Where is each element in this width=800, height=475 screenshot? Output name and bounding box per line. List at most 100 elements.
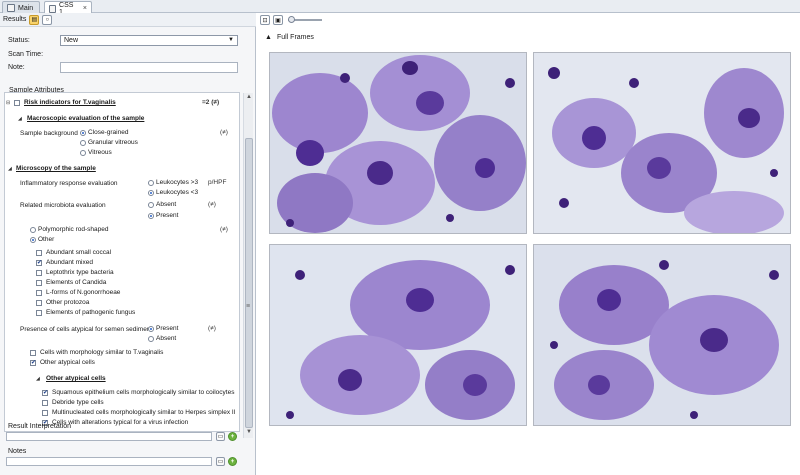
chevron-down-icon: ▼	[228, 37, 234, 43]
option-label: Polymorphic rod-shaped	[38, 226, 109, 233]
microscopy-frame[interactable]	[269, 52, 527, 234]
radio-atypical-absent[interactable]	[148, 336, 154, 342]
notes-input[interactable]	[6, 457, 212, 466]
document-icon[interactable]: ▭	[216, 432, 225, 441]
check-label: Elements of pathogenic fungus	[46, 309, 136, 316]
status-label: Status:	[8, 37, 30, 44]
sample-background-aux: (≠)	[220, 129, 228, 136]
result-interpretation-input[interactable]	[6, 432, 212, 441]
check-label: Debride type cells	[52, 399, 104, 406]
info-icon[interactable]: ○	[42, 14, 53, 25]
microscopy-image	[534, 53, 790, 233]
option-label: Leukocytes <3	[156, 189, 199, 196]
note-label: Note:	[8, 64, 25, 71]
risk-title: Risk indicators for T.vaginalis	[24, 99, 116, 106]
inflammatory-aux: p/HPF	[208, 179, 227, 186]
microscopy-frame[interactable]	[533, 52, 791, 234]
other-atypical-title: Other atypical cells	[46, 375, 106, 382]
checkbox-other-atypical[interactable]: ✔	[30, 360, 36, 366]
check-label: Squamous epithelium cells morphologicall…	[52, 389, 235, 396]
zoom-image-icon[interactable]: ▣	[273, 15, 283, 25]
checkbox-l-forms[interactable]	[36, 290, 42, 296]
option-label: Granular vitreous	[88, 139, 138, 146]
zoom-fit-icon[interactable]: ⊡	[260, 15, 270, 25]
checkbox-coilocytes[interactable]: ✔	[42, 390, 48, 396]
collapse-icon[interactable]: ◢	[36, 376, 40, 382]
checkbox-pathogenic-fungus[interactable]	[36, 310, 42, 316]
radio-microbiota-present[interactable]	[148, 213, 154, 219]
attributes-scrollbar[interactable]: ▲ ▼	[243, 93, 253, 438]
scroll-thumb[interactable]	[245, 138, 253, 428]
radio-leukocytes-gt3[interactable]	[148, 180, 154, 186]
checkbox-other-protozoa[interactable]	[36, 300, 42, 306]
option-label: Absent	[156, 201, 177, 208]
radio-polymorphic-rod[interactable]	[30, 227, 36, 233]
check-label: Cells with morphology similar to T.vagin…	[40, 349, 164, 356]
checkbox-abundant-small-coccal[interactable]	[36, 250, 42, 256]
radio-granular-vitreous[interactable]	[80, 140, 86, 146]
checkbox-leptothrix[interactable]	[36, 270, 42, 276]
full-frames-header[interactable]: ▲ Full Frames	[265, 34, 314, 41]
notes-label: Notes	[8, 448, 27, 455]
results-icon[interactable]: ▤	[29, 14, 40, 25]
collapse-icon[interactable]: ◢	[18, 116, 22, 122]
results-toolbar: Results ▤ ○	[0, 13, 256, 27]
checkbox-t-vaginalis-morph[interactable]	[30, 350, 36, 356]
radio-leukocytes-lt3[interactable]	[148, 190, 154, 196]
checkbox-multinucleated[interactable]	[42, 410, 48, 416]
tab-label: Main	[18, 4, 34, 12]
sample-background-label: Sample background	[20, 130, 78, 137]
morph-aux: (≠)	[220, 226, 228, 233]
close-icon[interactable]: ×	[83, 5, 87, 12]
scroll-down-icon[interactable]: ▼	[246, 429, 252, 435]
radio-close-grained[interactable]	[80, 130, 86, 136]
add-icon[interactable]: +	[228, 457, 237, 466]
zoom-slider-thumb[interactable]	[288, 16, 295, 23]
checkbox-debride[interactable]	[42, 400, 48, 406]
check-label: Multinucleated cells morphologically sim…	[52, 409, 236, 416]
checkbox-icon[interactable]	[14, 100, 20, 106]
collapse-icon[interactable]: ⊟	[6, 100, 10, 106]
check-label: Other atypical cells	[40, 359, 95, 366]
check-label: Other protozoa	[46, 299, 90, 306]
note-input[interactable]	[60, 62, 238, 73]
scroll-up-icon[interactable]: ▲	[246, 94, 252, 100]
check-label: L-forms of N.gonorrhoeae	[46, 289, 121, 296]
tab-bar: Main CSS 1 ×	[0, 0, 800, 16]
checkbox-candida[interactable]	[36, 280, 42, 286]
microscopy-frame[interactable]	[533, 244, 791, 426]
radio-vitreous[interactable]	[80, 150, 86, 156]
image-panel: ⊡ ▣ ▲ Full Frames	[257, 13, 800, 475]
collapse-icon[interactable]: ◢	[8, 166, 12, 172]
option-label: Present	[156, 325, 179, 332]
radio-atypical-present[interactable]	[148, 326, 154, 332]
results-label: Results	[3, 16, 27, 23]
tab-main[interactable]: Main	[2, 1, 40, 13]
radio-microbiota-absent[interactable]	[148, 202, 154, 208]
scan-time-label: Scan Time:	[8, 51, 44, 58]
microscopy-frame[interactable]	[269, 244, 527, 426]
document-icon	[49, 4, 57, 13]
option-label: Leukocytes >3	[156, 179, 199, 186]
option-label: Present	[156, 212, 179, 219]
document-icon[interactable]: ▭	[216, 457, 225, 466]
check-label: Elements of Candida	[46, 279, 107, 286]
option-label: Vitreous	[88, 149, 112, 156]
document-icon	[7, 4, 15, 12]
atypical-label: Presence of cells atypical for semen sed…	[20, 326, 153, 333]
atypical-aux: (≠)	[208, 325, 216, 332]
add-icon[interactable]: +	[228, 432, 237, 441]
radio-other[interactable]	[30, 237, 36, 243]
zoom-slider[interactable]	[288, 16, 322, 23]
status-select[interactable]: New ▼	[60, 35, 238, 46]
checkbox-abundant-mixed[interactable]: ✔	[36, 260, 42, 266]
option-label: Other	[38, 236, 55, 243]
option-label: Absent	[156, 335, 177, 342]
full-frames-label: Full Frames	[276, 34, 314, 41]
splitter-handle-icon[interactable]: ≡	[246, 303, 250, 310]
check-label: Cells with alterations typical for a vir…	[52, 419, 189, 426]
microbiota-label: Related microbiota evaluation	[20, 202, 106, 209]
image-toolbar: ⊡ ▣	[257, 13, 800, 27]
micro-title: Microscopy of the sample	[16, 165, 96, 172]
option-label: Close-grained	[88, 129, 129, 136]
